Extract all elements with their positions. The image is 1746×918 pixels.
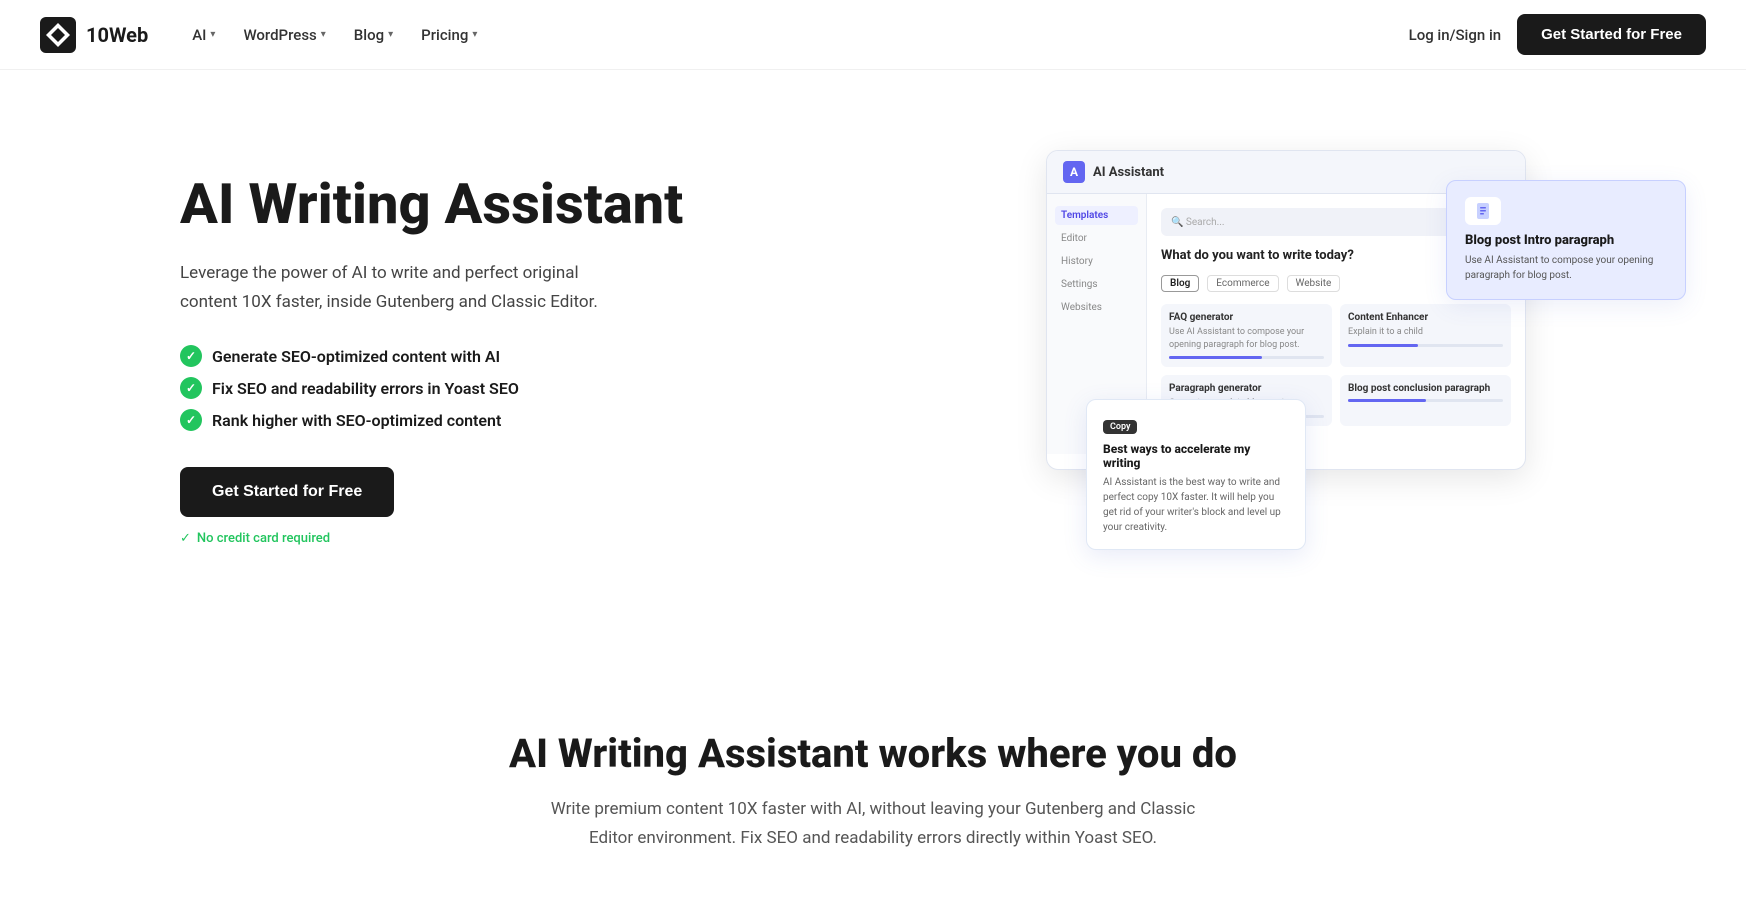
hero-title: AI Writing Assistant — [180, 174, 700, 236]
mockup-card-faq: FAQ generator Use AI Assistant to compos… — [1161, 304, 1332, 367]
card-faq-text: Use AI Assistant to compose your opening… — [1169, 326, 1324, 351]
feature-list: ✓ Generate SEO-optimized content with AI… — [180, 345, 700, 431]
nav-blog-label: Blog — [354, 26, 384, 44]
logo[interactable]: 10Web — [40, 17, 148, 53]
navbar: 10Web AI ▾ WordPress ▾ Blog ▾ Pricing ▾ … — [0, 0, 1746, 70]
sidebar-item-editor: Editor — [1055, 229, 1138, 248]
chevron-down-icon: ▾ — [321, 29, 326, 40]
no-cc-text: No credit card required — [197, 531, 330, 546]
floating-card-blog-title: Blog post Intro paragraph — [1465, 233, 1667, 248]
chevron-down-icon: ▾ — [472, 29, 477, 40]
card-faq-bar — [1169, 356, 1324, 359]
mockup-card-content-enhancer: Content Enhancer Explain it to a child — [1340, 304, 1511, 367]
floating-card-writing: Copy Best ways to accelerate my writing … — [1086, 399, 1306, 550]
ai-assistant-icon: A — [1063, 161, 1085, 183]
nav-menu: AI ▾ WordPress ▾ Blog ▾ Pricing ▾ — [180, 18, 489, 52]
brand-name: 10Web — [86, 23, 148, 47]
section2: AI Writing Assistant works where you do … — [0, 650, 1746, 913]
nav-right: Log in/Sign in Get Started for Free — [1409, 14, 1706, 55]
card-pg-title: Paragraph generator — [1169, 383, 1324, 394]
document-icon — [1465, 197, 1501, 225]
section2-subtitle: Write premium content 10X faster with AI… — [533, 795, 1213, 853]
card-ce-bar-fill — [1348, 344, 1418, 347]
chevron-down-icon: ▾ — [388, 29, 393, 40]
sidebar-item-settings: Settings — [1055, 275, 1138, 294]
floating-card-writing-title: Best ways to accelerate my writing — [1103, 442, 1289, 470]
check-icon-2: ✓ — [180, 377, 202, 399]
chevron-down-icon: ▾ — [210, 29, 215, 40]
hero-section: AI Writing Assistant Leverage the power … — [0, 70, 1746, 650]
mockup-tab-ecommerce: Ecommerce — [1207, 275, 1278, 292]
mockup-tab-website: Website — [1287, 275, 1341, 292]
nav-ai-label: AI — [192, 26, 206, 44]
floating-card-writing-text: AI Assistant is the best way to write an… — [1103, 475, 1289, 535]
mockup-card-conclusion: Blog post conclusion paragraph — [1340, 375, 1511, 426]
nav-item-blog[interactable]: Blog ▾ — [342, 18, 405, 52]
card-ce-bar — [1348, 344, 1503, 347]
copy-button[interactable]: Copy — [1103, 420, 1137, 434]
no-cc-notice: ✓ No credit card required — [180, 531, 700, 546]
nav-item-pricing[interactable]: Pricing ▾ — [409, 18, 489, 52]
floating-card-blog-intro: Blog post Intro paragraph Use AI Assista… — [1446, 180, 1686, 300]
card-ce-title: Content Enhancer — [1348, 312, 1503, 323]
check-small-icon: ✓ — [180, 531, 191, 546]
check-icon-3: ✓ — [180, 409, 202, 431]
mockup-topbar-title: AI Assistant — [1093, 165, 1164, 180]
card-faq-bar-fill — [1169, 356, 1262, 359]
feature-label-2: Fix SEO and readability errors in Yoast … — [212, 379, 519, 398]
feature-item-2: ✓ Fix SEO and readability errors in Yoas… — [180, 377, 700, 399]
card-faq-title: FAQ generator — [1169, 312, 1324, 323]
card-cl-title: Blog post conclusion paragraph — [1348, 383, 1503, 394]
sidebar-item-history: History — [1055, 252, 1138, 271]
card-ce-text: Explain it to a child — [1348, 326, 1503, 339]
hero-content: AI Writing Assistant Leverage the power … — [180, 174, 700, 546]
nav-left: 10Web AI ▾ WordPress ▾ Blog ▾ Pricing ▾ — [40, 17, 489, 53]
feature-item-3: ✓ Rank higher with SEO-optimized content — [180, 409, 700, 431]
feature-item-1: ✓ Generate SEO-optimized content with AI — [180, 345, 700, 367]
hero-cta-button[interactable]: Get Started for Free — [180, 467, 394, 517]
section2-title: AI Writing Assistant works where you do — [40, 730, 1706, 777]
sidebar-item-templates: Templates — [1055, 206, 1138, 225]
login-link[interactable]: Log in/Sign in — [1409, 26, 1502, 44]
floating-card-blog-text: Use AI Assistant to compose your opening… — [1465, 253, 1667, 283]
nav-item-wordpress[interactable]: WordPress ▾ — [231, 18, 337, 52]
nav-item-ai[interactable]: AI ▾ — [180, 18, 227, 52]
hero-description: Leverage the power of AI to write and pe… — [180, 259, 620, 317]
hero-image: A AI Assistant Templates Editor History … — [1046, 150, 1626, 570]
nav-wp-label: WordPress — [243, 26, 316, 44]
feature-label-1: Generate SEO-optimized content with AI — [212, 347, 500, 366]
mockup-tab-blog: Blog — [1161, 275, 1199, 292]
logo-icon — [40, 17, 76, 53]
nav-pricing-label: Pricing — [421, 26, 468, 44]
nav-cta-button[interactable]: Get Started for Free — [1517, 14, 1706, 55]
sidebar-item-websites: Websites — [1055, 298, 1138, 317]
card-cl-bar-fill — [1348, 399, 1426, 402]
check-icon-1: ✓ — [180, 345, 202, 367]
card-cl-bar — [1348, 399, 1503, 402]
feature-label-3: Rank higher with SEO-optimized content — [212, 411, 501, 430]
